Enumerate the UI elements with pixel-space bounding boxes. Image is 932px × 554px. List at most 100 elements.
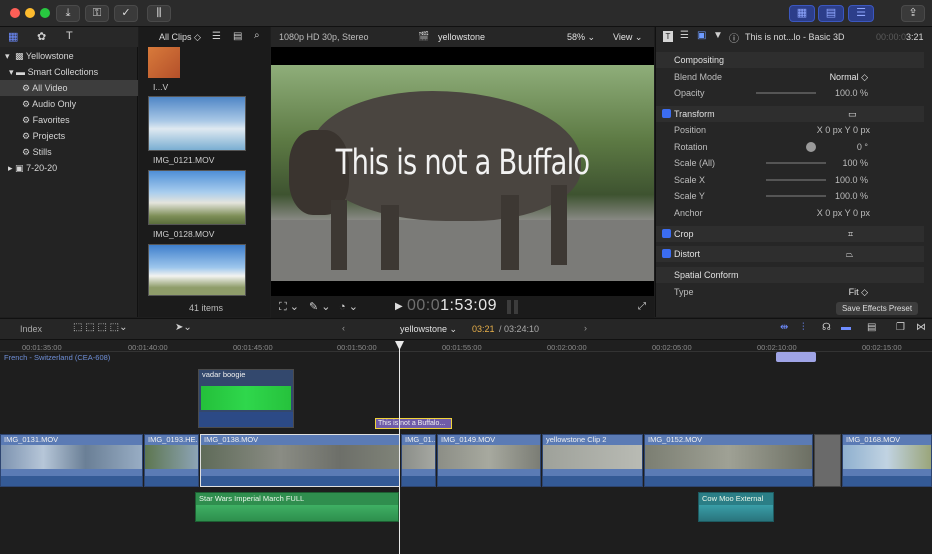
timeline-back-icon[interactable]: ‹: [342, 323, 345, 333]
sidebar-item-all-video[interactable]: ⚙ All Video: [0, 80, 138, 96]
clip-appearance-icon[interactable]: ▤: [867, 322, 876, 333]
opacity-slider[interactable]: [756, 92, 816, 94]
crop-checkbox[interactable]: [662, 229, 671, 238]
inspector-row-rotation[interactable]: Rotation 0 °: [656, 139, 924, 155]
inspector-section-crop[interactable]: Crop ⌗: [656, 226, 924, 242]
title-overlay[interactable]: This is not a Buffalo: [313, 143, 612, 183]
sidebar-item-event-7-20-20[interactable]: ▸ ▣ 7-20-20: [0, 160, 138, 176]
zoom-light[interactable]: [40, 8, 50, 18]
distort-onscreen-icon[interactable]: ⏢: [846, 246, 853, 262]
type-popup[interactable]: Fit ◇: [849, 284, 868, 300]
storyline-clip[interactable]: IMG_0152.MOV: [644, 434, 813, 487]
sidebar-item-stills[interactable]: ⚙ Stills: [0, 144, 138, 160]
speed-icon[interactable]: ◔ ⌄: [339, 300, 358, 313]
clip-thumbnail[interactable]: [148, 47, 180, 78]
storyline-clip[interactable]: IMG_01...: [401, 434, 436, 487]
connected-clip[interactable]: vadar boogie: [198, 369, 294, 428]
opacity-value[interactable]: 100.0 %: [835, 85, 868, 101]
storyline-clip[interactable]: yellowstone Clip 2: [542, 434, 643, 487]
disclosure-icon[interactable]: ▸: [8, 163, 13, 173]
text-inspector-icon[interactable]: T: [663, 31, 673, 42]
storyline-clip[interactable]: IMG_0168.MOV: [842, 434, 932, 487]
layout-timeline-icon[interactable]: ▤: [818, 5, 844, 22]
scale-y-slider[interactable]: [766, 195, 826, 197]
enhance-icon[interactable]: ✎ ⌄: [309, 300, 331, 313]
disclosure-icon[interactable]: ▾: [9, 67, 14, 77]
info-inspector-icon[interactable]: ⓘ: [729, 30, 739, 45]
minimize-light[interactable]: [25, 8, 35, 18]
transform-onscreen-icon[interactable]: ▭: [848, 106, 857, 122]
audio-skimming-icon[interactable]: ☊: [822, 322, 831, 333]
checkmark-icon[interactable]: ✓: [114, 5, 138, 22]
select-tool-icon[interactable]: ➤⌄: [175, 322, 192, 333]
rotation-dial[interactable]: [806, 142, 816, 152]
view-dropdown[interactable]: View ⌄: [613, 32, 642, 43]
sidebar-item-audio-only[interactable]: ⚙ Audio Only: [0, 96, 138, 112]
storyline-clip[interactable]: IMG_0149.MOV: [437, 434, 541, 487]
inspector-section-spatial-conform[interactable]: Spatial Conform: [656, 267, 924, 283]
import-icon[interactable]: ⤓: [56, 5, 80, 22]
effects-browser-icon[interactable]: ❐: [896, 322, 905, 333]
title-clip[interactable]: This is not a Buffalo...: [375, 418, 452, 429]
index-button[interactable]: Index: [20, 324, 42, 334]
sidebar-item-projects[interactable]: ⚙ Projects: [0, 128, 138, 144]
inspector-row-scale-y[interactable]: Scale Y 100.0 %: [656, 188, 924, 204]
play-button[interactable]: ▶: [395, 301, 403, 312]
inspector-section-transform[interactable]: Transform ▭: [656, 106, 924, 122]
timeline-forward-icon[interactable]: ›: [584, 323, 587, 333]
snapping-icon[interactable]: ▬: [841, 322, 851, 333]
storyline-clip[interactable]: IMG_0131.MOV: [0, 434, 143, 487]
save-effects-preset-button[interactable]: Save Effects Preset: [836, 302, 918, 315]
blend-mode-popup[interactable]: Normal ◇: [830, 69, 868, 85]
layout-browser-icon[interactable]: ▦: [789, 5, 815, 22]
background-tasks-icon[interactable]: ⫼: [147, 5, 171, 22]
inspector-section-compositing[interactable]: Compositing: [656, 52, 924, 68]
inspector-row-blend-mode[interactable]: Blend Mode Normal ◇: [656, 69, 924, 85]
storyline-clip[interactable]: IMG_0193.HE...: [144, 434, 199, 487]
transitions-browser-icon[interactable]: ⋈: [916, 322, 926, 333]
gap-clip[interactable]: [814, 434, 841, 487]
viewer-frame[interactable]: This is not a Buffalo: [271, 65, 654, 281]
audio-clip[interactable]: Cow Moo External: [698, 492, 774, 522]
zoom-dropdown[interactable]: 58% ⌄: [567, 32, 595, 43]
scale-x-slider[interactable]: [766, 179, 826, 181]
crop-onscreen-icon[interactable]: ⌗: [848, 226, 853, 242]
playhead[interactable]: [399, 343, 400, 554]
clip-filter-dropdown[interactable]: All Clips ◇: [159, 32, 201, 43]
scale-all-value[interactable]: 100 %: [842, 155, 868, 171]
video-inspector-icon[interactable]: ▣: [697, 30, 706, 41]
transform-checkbox[interactable]: [662, 109, 671, 118]
audio-clip[interactable]: Star Wars Imperial March FULL: [195, 492, 399, 522]
close-light[interactable]: [10, 8, 20, 18]
caption-clip[interactable]: [776, 352, 816, 362]
inspector-row-position[interactable]: Position X 0 px Y 0 px: [656, 122, 924, 138]
distort-checkbox[interactable]: [662, 249, 671, 258]
library-tab-icon[interactable]: ▦: [8, 30, 18, 43]
inspector-row-opacity[interactable]: Opacity 100.0 %: [656, 85, 924, 101]
storyline-clip[interactable]: IMG_0138.MOV: [200, 434, 400, 487]
titles-tab-icon[interactable]: T: [66, 30, 73, 42]
anchor-value[interactable]: X 0 px Y 0 px: [817, 205, 870, 221]
sidebar-item-smart-collections[interactable]: ▾ ▬ Smart Collections: [0, 64, 138, 80]
layout-inspector-icon[interactable]: ☰: [848, 5, 874, 22]
clip-thumbnail[interactable]: [148, 170, 246, 225]
title-inspector-icon[interactable]: ☰: [680, 30, 689, 41]
search-icon[interactable]: ⌕: [254, 30, 260, 41]
position-value[interactable]: X 0 px Y 0 px: [817, 122, 870, 138]
rotation-value[interactable]: 0 °: [857, 139, 868, 155]
edit-buttons-icon[interactable]: ⬚ ⬚ ⬚ ⬚⌄: [73, 322, 128, 333]
viewer-timecode[interactable]: 00:01:53:09: [407, 297, 497, 315]
transform-tool-icon[interactable]: ⛶ ⌄: [279, 300, 299, 314]
skimming-icon[interactable]: ⫶: [802, 322, 805, 333]
scale-x-value[interactable]: 100.0 %: [835, 172, 868, 188]
scale-y-value[interactable]: 100.0 %: [835, 188, 868, 204]
clip-skimming-icon[interactable]: ⇹: [780, 322, 788, 333]
timeline-project-dropdown[interactable]: yellowstone ⌄: [400, 324, 457, 335]
inspector-section-distort[interactable]: Distort ⏢: [656, 246, 924, 262]
disclosure-icon[interactable]: ▾: [5, 51, 10, 61]
inspector-row-scale-x[interactable]: Scale X 100.0 %: [656, 172, 924, 188]
sidebar-item-favorites[interactable]: ⚙ Favorites: [0, 112, 138, 128]
inspector-row-type[interactable]: Type Fit ◇: [656, 284, 924, 300]
clip-appearance-icon[interactable]: ▤: [233, 31, 242, 42]
filter-inspector-icon[interactable]: ▼: [713, 30, 723, 41]
